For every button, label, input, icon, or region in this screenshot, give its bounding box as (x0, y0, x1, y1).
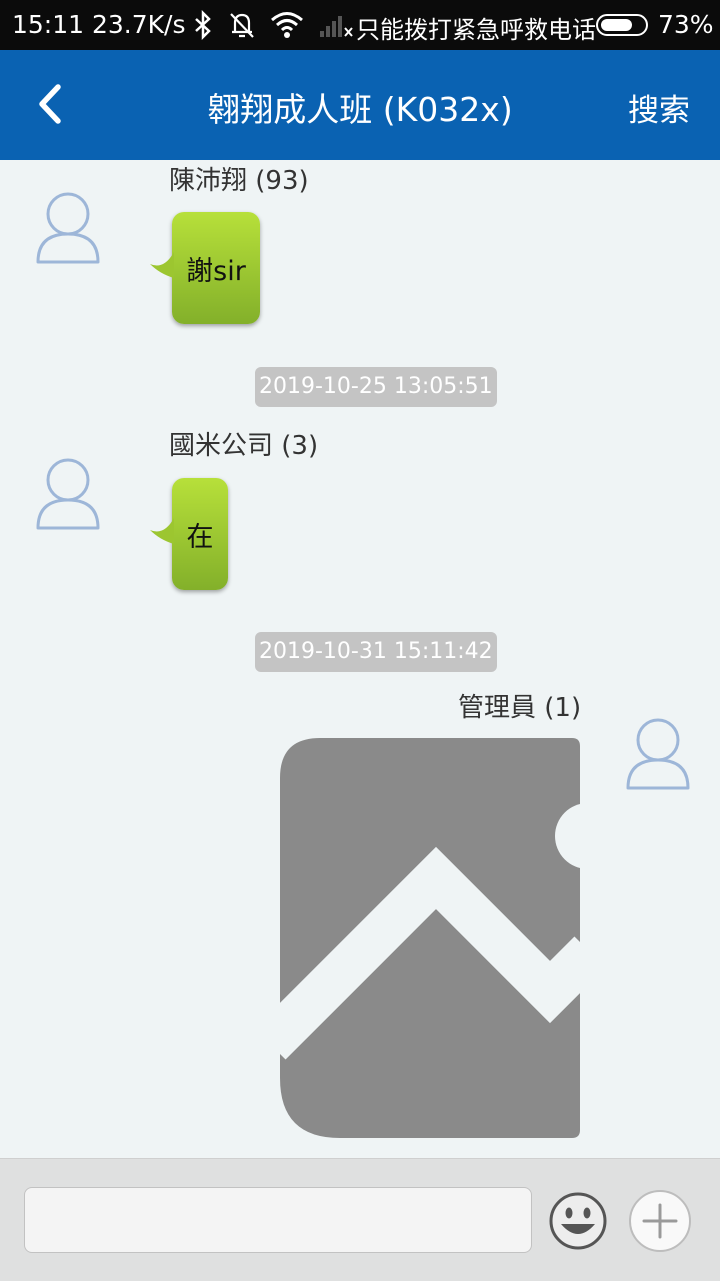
bubble-tail (150, 518, 174, 544)
app-bar: 翱翔成人班 (K032x) 搜索 (0, 50, 720, 160)
input-bar (0, 1158, 720, 1281)
message-timestamp: 2019-10-25 13:05:51 (255, 367, 497, 407)
battery-percent: 73% (658, 10, 714, 39)
chat-messages: 陳沛翔 (93) 謝sir 2019-10-25 13:05:51 國米公司 (… (0, 160, 720, 1158)
message-timestamp: 2019-10-31 15:11:42 (255, 632, 497, 672)
message-text: 謝sir (186, 255, 246, 287)
image-placeholder-icon[interactable] (280, 738, 580, 1138)
back-button[interactable] (28, 80, 74, 130)
network-speed: 23.7K/s (92, 10, 186, 39)
bubble-tail (150, 252, 174, 278)
message-bubble[interactable]: 謝sir (172, 212, 260, 324)
chevron-left-icon (39, 84, 61, 124)
search-button[interactable]: 搜索 (628, 85, 690, 130)
bell-muted-icon (230, 13, 254, 38)
avatar-icon[interactable] (34, 190, 102, 266)
status-icons (192, 9, 354, 41)
avatar-icon[interactable] (34, 456, 102, 532)
sender-name: 國米公司 (3) (169, 431, 319, 461)
message-text: 在 (186, 521, 214, 553)
status-time: 15:11 (12, 10, 85, 39)
signal-icon (320, 16, 353, 37)
bluetooth-icon (195, 10, 211, 40)
sender-name: 陳沛翔 (93) (169, 166, 309, 196)
battery-fill (601, 19, 632, 31)
status-bar: 15:11 23.7K/s 只能拨打紧急呼救电话 73% (0, 0, 720, 50)
message-bubble[interactable]: 在 (172, 478, 228, 590)
battery-icon (596, 14, 648, 36)
chat-title: 翱翔成人班 (K032x) (207, 90, 513, 129)
wifi-icon (271, 12, 303, 38)
emoji-smile-icon[interactable] (548, 1191, 608, 1251)
avatar-icon[interactable] (624, 716, 692, 792)
sender-name: 管理員 (1) (458, 693, 582, 723)
plus-icon[interactable] (628, 1189, 692, 1253)
carrier-text: 只能拨打紧急呼救电话 (356, 16, 596, 44)
message-input[interactable] (24, 1187, 532, 1253)
